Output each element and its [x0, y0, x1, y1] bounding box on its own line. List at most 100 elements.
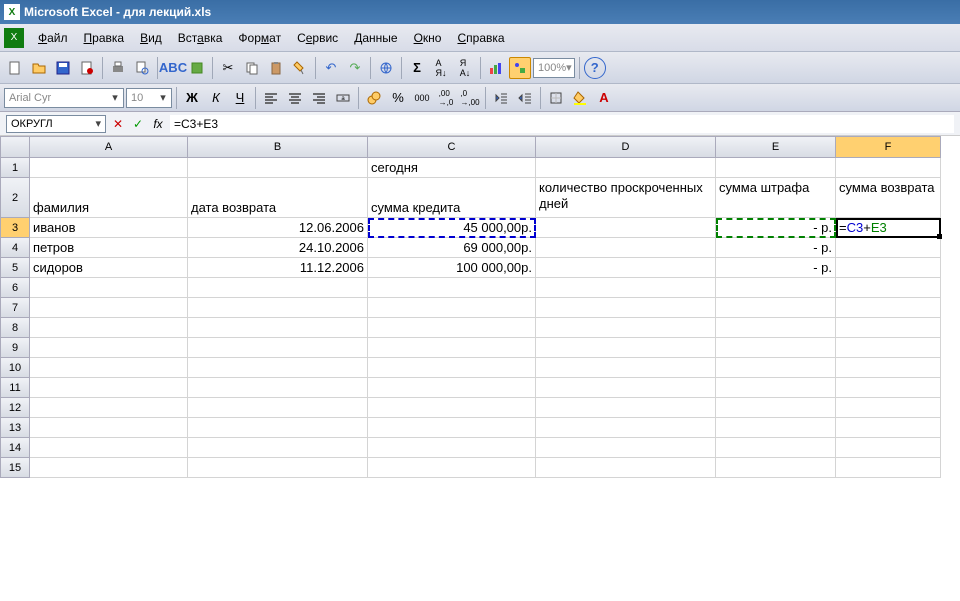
select-all-corner[interactable]	[0, 136, 30, 158]
row-header[interactable]: 3	[0, 218, 30, 238]
cell[interactable]	[30, 378, 188, 398]
copy-button[interactable]	[241, 57, 263, 79]
cell[interactable]: 11.12.2006	[188, 258, 368, 278]
cell[interactable]	[536, 218, 716, 238]
cell[interactable]	[368, 318, 536, 338]
row-header[interactable]: 8	[0, 318, 30, 338]
spellcheck-button[interactable]: ABC	[162, 57, 184, 79]
cut-button[interactable]: ✂	[217, 57, 239, 79]
research-button[interactable]	[186, 57, 208, 79]
formula-input[interactable]: =C3+E3	[170, 115, 954, 133]
paste-button[interactable]	[265, 57, 287, 79]
cells-area[interactable]: сегодня фамилия дата возврата сумма кред…	[30, 158, 941, 478]
cell[interactable]	[716, 418, 836, 438]
cell[interactable]	[30, 418, 188, 438]
row-header[interactable]: 15	[0, 458, 30, 478]
cell[interactable]	[836, 238, 941, 258]
cell[interactable]	[30, 398, 188, 418]
cell[interactable]	[368, 298, 536, 318]
cell[interactable]: дата возврата	[188, 178, 368, 218]
row-header[interactable]: 4	[0, 238, 30, 258]
cell[interactable]	[368, 378, 536, 398]
cell[interactable]	[188, 458, 368, 478]
active-cell[interactable]: =C3+E3	[836, 218, 941, 238]
cell[interactable]: петров	[30, 238, 188, 258]
cell[interactable]	[716, 378, 836, 398]
cell[interactable]	[536, 278, 716, 298]
row-header[interactable]: 5	[0, 258, 30, 278]
row-header[interactable]: 14	[0, 438, 30, 458]
redo-button[interactable]: ↷	[344, 57, 366, 79]
cell[interactable]	[536, 418, 716, 438]
col-header[interactable]: A	[30, 136, 188, 158]
row-header[interactable]: 11	[0, 378, 30, 398]
cell[interactable]	[836, 278, 941, 298]
cell[interactable]: сумма кредита	[368, 178, 536, 218]
comma-button[interactable]: 000	[411, 87, 433, 109]
row-header[interactable]: 6	[0, 278, 30, 298]
cell[interactable]	[716, 278, 836, 298]
cell[interactable]	[836, 318, 941, 338]
menu-data[interactable]: Данные	[346, 29, 405, 47]
cell[interactable]	[536, 238, 716, 258]
cell[interactable]	[836, 438, 941, 458]
cell[interactable]	[536, 398, 716, 418]
cell[interactable]	[188, 358, 368, 378]
cell[interactable]	[368, 278, 536, 298]
undo-button[interactable]: ↶	[320, 57, 342, 79]
cell[interactable]	[836, 378, 941, 398]
cell[interactable]	[836, 158, 941, 178]
cell[interactable]	[836, 398, 941, 418]
new-button[interactable]	[4, 57, 26, 79]
font-color-button[interactable]: A	[593, 87, 615, 109]
merge-center-button[interactable]: a	[332, 87, 354, 109]
row-header[interactable]: 10	[0, 358, 30, 378]
cell[interactable]	[536, 158, 716, 178]
cell[interactable]	[836, 298, 941, 318]
row-header[interactable]: 2	[0, 178, 30, 218]
borders-button[interactable]	[545, 87, 567, 109]
cell[interactable]: сидоров	[30, 258, 188, 278]
cell[interactable]	[536, 258, 716, 278]
align-center-button[interactable]	[284, 87, 306, 109]
cell[interactable]	[188, 418, 368, 438]
col-header[interactable]: E	[716, 136, 836, 158]
menu-view[interactable]: Вид	[132, 29, 170, 47]
menu-help[interactable]: Справка	[449, 29, 512, 47]
spreadsheet-grid[interactable]: 1 2 3 4 5 6 7 8 9 10 11 12 13 14 15 A B …	[0, 136, 960, 601]
decrease-indent-button[interactable]	[490, 87, 512, 109]
preview-button[interactable]	[131, 57, 153, 79]
cell[interactable]	[30, 158, 188, 178]
sort-desc-button[interactable]: ЯA↓	[454, 57, 476, 79]
name-box[interactable]: ОКРУГЛ ▾	[6, 115, 106, 133]
cell[interactable]	[188, 158, 368, 178]
percent-button[interactable]: %	[387, 87, 409, 109]
cell[interactable]	[30, 358, 188, 378]
save-button[interactable]	[52, 57, 74, 79]
print-button[interactable]	[107, 57, 129, 79]
font-size-combo[interactable]: 10 ▾	[126, 88, 172, 108]
col-header[interactable]: D	[536, 136, 716, 158]
cell[interactable]: иванов	[30, 218, 188, 238]
cell[interactable]: 100 000,00р.	[368, 258, 536, 278]
cell[interactable]	[716, 298, 836, 318]
zoom-combo[interactable]: 100% ▾	[533, 58, 575, 78]
fill-color-button[interactable]	[569, 87, 591, 109]
bold-button[interactable]: Ж	[181, 87, 203, 109]
autosum-button[interactable]: Σ	[406, 57, 428, 79]
italic-button[interactable]: К	[205, 87, 227, 109]
row-header[interactable]: 9	[0, 338, 30, 358]
hyperlink-button[interactable]	[375, 57, 397, 79]
cell[interactable]: сумма возврата	[836, 178, 941, 218]
format-painter-button[interactable]	[289, 57, 311, 79]
currency-button[interactable]	[363, 87, 385, 109]
permission-button[interactable]	[76, 57, 98, 79]
cell[interactable]	[716, 398, 836, 418]
cell[interactable]	[716, 318, 836, 338]
increase-indent-button[interactable]	[514, 87, 536, 109]
font-name-combo[interactable]: Arial Cyr ▾	[4, 88, 124, 108]
menu-file[interactable]: Файл	[30, 29, 76, 47]
app-menu-icon[interactable]: X	[4, 28, 24, 48]
chart-button[interactable]	[485, 57, 507, 79]
cell[interactable]	[188, 298, 368, 318]
